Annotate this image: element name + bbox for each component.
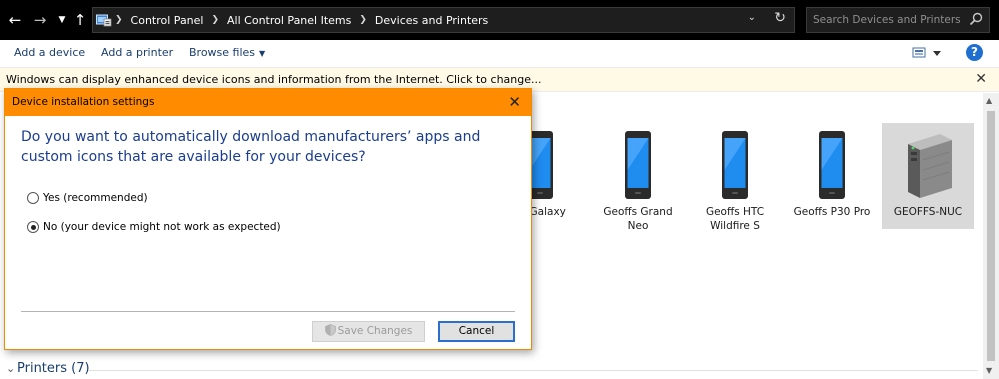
help-icon[interactable]: ? — [966, 44, 983, 61]
breadcrumb-separator-icon[interactable]: ❯ — [359, 15, 367, 25]
vertical-scrollbar[interactable]: ▲ ▼ — [983, 93, 999, 379]
breadcrumb-separator-icon[interactable]: ❯ — [211, 15, 219, 25]
command-bar: Add a device Add a printer Browse files ▼… — [0, 40, 999, 66]
browse-files-button[interactable]: Browse files ▼ — [189, 46, 265, 59]
device-item[interactable]: Geoffs Grand Neo — [592, 123, 684, 233]
chevron-down-icon: ▼ — [259, 49, 266, 58]
device-label: Geoffs P30 Pro — [793, 206, 871, 218]
printers-section-header[interactable]: ⌄ Printers (7) — [0, 361, 983, 379]
device-item[interactable]: Geoffs HTC Wildfire S — [689, 123, 781, 233]
search-icon[interactable] — [969, 12, 983, 26]
back-arrow-icon[interactable]: ← — [6, 10, 24, 30]
recent-locations-chevron-icon[interactable]: ▼ — [56, 10, 68, 30]
close-icon[interactable]: ✕ — [508, 93, 521, 111]
device-item-selected[interactable]: GEOFFS-NUC — [882, 123, 974, 229]
add-device-button[interactable]: Add a device — [14, 46, 85, 59]
phone-icon — [819, 131, 845, 199]
scroll-down-icon[interactable]: ▼ — [986, 366, 992, 375]
device-installation-dialog: Device installation settings ✕ Do you wa… — [4, 88, 532, 350]
radio-button[interactable] — [27, 192, 39, 204]
radio-label[interactable]: No (your device might not work as expect… — [43, 221, 281, 233]
address-field[interactable]: ❯ Control Panel ❯ All Control Panel Item… — [92, 7, 795, 33]
breadcrumb-all-items[interactable]: All Control Panel Items — [227, 14, 351, 27]
radio-button-selected[interactable] — [27, 221, 39, 233]
phone-icon — [625, 131, 651, 199]
add-printer-button[interactable]: Add a printer — [101, 46, 173, 59]
breadcrumb-control-panel[interactable]: Control Panel — [131, 14, 204, 27]
radio-option-yes[interactable]: Yes (recommended) — [27, 192, 148, 204]
change-view-icon[interactable] — [911, 46, 947, 60]
radio-label[interactable]: Yes (recommended) — [43, 192, 148, 204]
uac-shield-icon — [324, 324, 336, 336]
breadcrumb-separator-icon[interactable]: ❯ — [115, 15, 123, 25]
save-changes-button[interactable]: Save Changes — [312, 321, 425, 342]
address-history-chevron-icon[interactable]: ⌄ — [748, 12, 756, 23]
device-label: Geoffs HTC Wildfire S — [705, 206, 765, 232]
breadcrumb-devices-and-printers[interactable]: Devices and Printers — [375, 14, 488, 27]
device-label: Geoffs Grand Neo — [603, 206, 673, 232]
close-icon[interactable]: ✕ — [975, 71, 987, 87]
scrollbar-thumb[interactable] — [987, 111, 995, 361]
cancel-button[interactable]: Cancel — [438, 321, 515, 342]
dialog-divider — [21, 311, 515, 312]
section-divider — [88, 370, 978, 371]
device-item[interactable]: Geoffs P30 Pro — [786, 123, 878, 219]
chevron-down-icon[interactable]: ⌄ — [6, 362, 15, 375]
computer-tower-icon — [908, 134, 952, 198]
address-bar: ← → ▼ ↑ ❯ Control Panel ❯ All Control Pa… — [0, 0, 999, 40]
save-changes-label: Save Changes — [337, 325, 413, 337]
info-bar-text[interactable]: Windows can display enhanced device icon… — [6, 73, 542, 86]
scroll-up-icon[interactable]: ▲ — [986, 96, 992, 105]
search-box[interactable] — [806, 7, 990, 33]
search-input[interactable] — [813, 12, 963, 28]
browse-files-label: Browse files — [189, 46, 256, 59]
dialog-title-bar[interactable]: Device installation settings ✕ — [5, 89, 531, 116]
control-panel-icon — [96, 14, 112, 27]
printers-section-label: Printers (7) — [17, 361, 90, 376]
refresh-icon[interactable]: ↻ — [774, 10, 786, 26]
breadcrumb: ❯ Control Panel ❯ All Control Panel Item… — [115, 8, 488, 32]
up-arrow-icon[interactable]: ↑ — [71, 10, 89, 30]
forward-arrow-icon[interactable]: → — [31, 10, 49, 30]
device-label: GEOFFS-NUC — [893, 206, 963, 218]
radio-option-no[interactable]: No (your device might not work as expect… — [27, 221, 281, 233]
dialog-title: Device installation settings — [12, 96, 155, 108]
phone-icon — [722, 131, 748, 199]
dialog-question: Do you want to automatically download ma… — [21, 129, 481, 165]
